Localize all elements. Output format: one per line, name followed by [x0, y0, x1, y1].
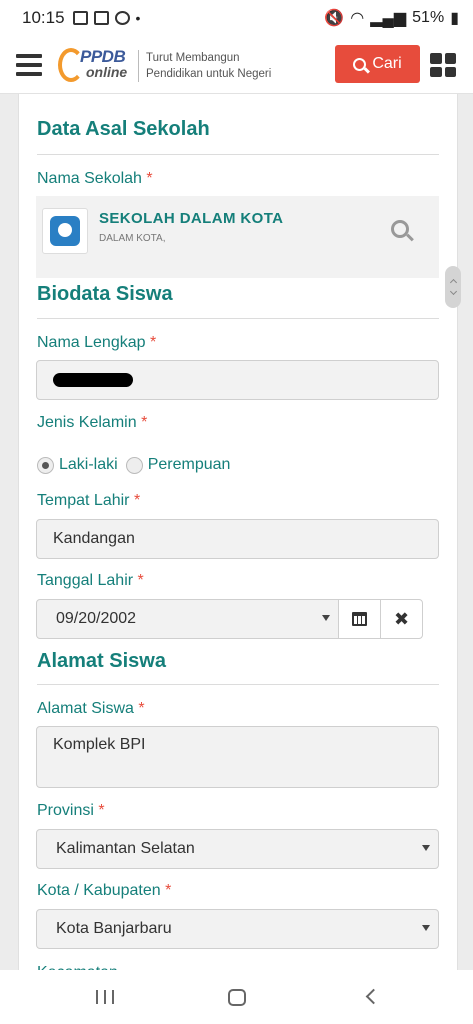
back-icon[interactable]	[365, 988, 382, 1005]
label-nama-lengkap: Nama Lengkap *	[37, 334, 157, 351]
tempat-lahir-input[interactable]: Kandangan	[36, 519, 439, 559]
system-nav-bar	[0, 970, 473, 1024]
close-icon: ✖	[393, 608, 410, 629]
school-location: DALAM KOTA,	[99, 233, 166, 244]
home-icon[interactable]	[228, 989, 246, 1006]
whatsapp-icon	[114, 11, 130, 25]
label-tempat-lahir: Tempat Lahir *	[37, 492, 141, 509]
status-time: 10:15	[22, 8, 65, 27]
signal-icon: ▂▄▆	[370, 10, 407, 27]
notification-icons: •	[72, 10, 141, 26]
radio-label-perempuan[interactable]: Perempuan	[148, 456, 231, 474]
search-button-label: Cari	[372, 55, 402, 72]
label-tanggal-lahir: Tanggal Lahir *	[37, 572, 144, 589]
gender-radio-group: Laki-laki Perempuan	[37, 456, 230, 474]
battery-level: 51%	[412, 9, 445, 26]
divider	[37, 154, 439, 155]
hamburger-icon[interactable]	[16, 54, 42, 76]
calendar-icon	[352, 612, 367, 626]
recent-apps-icon[interactable]	[96, 990, 114, 1004]
school-logo	[42, 208, 88, 254]
wifi-icon: ◠	[350, 10, 365, 27]
divider	[37, 684, 439, 685]
divider	[37, 318, 439, 319]
search-icon[interactable]	[391, 220, 409, 238]
section-title-data-asal-sekolah: Data Asal Sekolah	[37, 118, 210, 140]
gallery-icon	[72, 11, 88, 25]
label-provinsi: Provinsi *	[37, 802, 105, 819]
more-notifications-dot: •	[135, 10, 141, 26]
tanggal-lahir-group: 09/20/2002 ✖	[36, 599, 423, 639]
section-title-biodata-siswa: Biodata Siswa	[37, 283, 173, 305]
search-icon	[353, 57, 367, 71]
radio-laki-laki[interactable]	[37, 456, 54, 474]
school-selector[interactable]: SEKOLAH DALAM KOTA DALAM KOTA,	[36, 196, 439, 278]
registration-form: Data Asal Sekolah Nama Sekolah * SEKOLAH…	[18, 94, 458, 970]
scroll-handle[interactable]	[445, 266, 461, 308]
school-name: SEKOLAH DALAM KOTA	[99, 210, 284, 227]
provinsi-select[interactable]: Kalimantan Selatan	[36, 829, 439, 869]
chevron-down-icon	[422, 925, 430, 931]
nama-lengkap-input[interactable]	[36, 360, 439, 400]
calendar-button[interactable]	[338, 599, 381, 639]
section-title-alamat-siswa: Alamat Siswa	[37, 650, 166, 672]
label-nama-sekolah: Nama Sekolah *	[37, 170, 153, 187]
kota-kabupaten-select[interactable]: Kota Banjarbaru	[36, 909, 439, 949]
mute-icon: 🔇	[324, 10, 345, 27]
site-tagline: Turut Membangun Pendidikan untuk Negeri	[138, 50, 271, 82]
label-jenis-kelamin: Jenis Kelamin *	[37, 414, 148, 431]
chevron-down-icon	[322, 615, 330, 621]
chevron-down-icon	[422, 845, 430, 851]
clear-date-button[interactable]: ✖	[380, 599, 423, 639]
alamat-siswa-textarea[interactable]: Komplek BPI	[36, 726, 439, 788]
site-header: PPDB online Turut Membangun Pendidikan u…	[0, 36, 473, 94]
ppdb-logo[interactable]: PPDB online	[58, 46, 138, 86]
search-button[interactable]: Cari	[335, 45, 420, 83]
grid-menu-icon[interactable]	[430, 53, 456, 77]
radio-label-laki-laki[interactable]: Laki-laki	[59, 456, 118, 474]
app-notification-icon	[93, 11, 109, 25]
radio-perempuan[interactable]	[125, 456, 143, 474]
battery-icon: ▮	[450, 10, 459, 27]
redacted-name	[53, 373, 133, 387]
status-bar: 10:15 • 🔇 ◠ ▂▄▆ 51% ▮	[0, 0, 473, 36]
label-kota-kabupaten: Kota / Kabupaten *	[37, 882, 172, 899]
system-icons: 🔇 ◠ ▂▄▆ 51% ▮	[324, 8, 459, 28]
tanggal-lahir-input[interactable]: 09/20/2002	[36, 599, 339, 639]
label-kecamatan-partial: Kecamatan	[37, 962, 118, 970]
label-alamat-siswa: Alamat Siswa *	[37, 700, 145, 717]
